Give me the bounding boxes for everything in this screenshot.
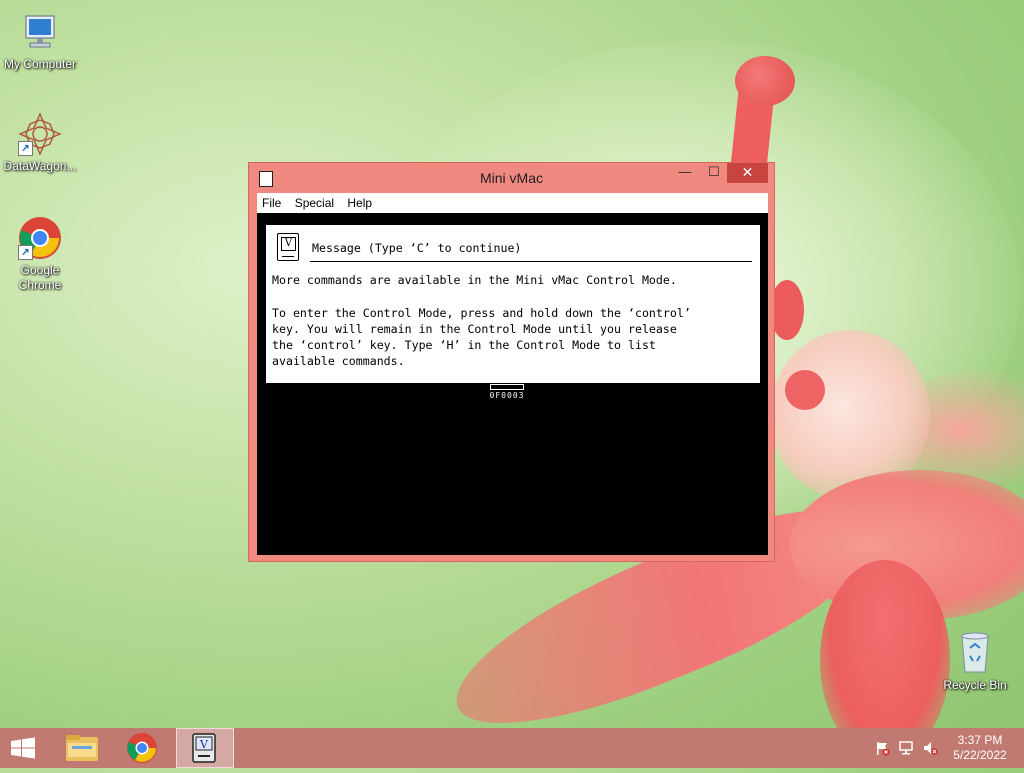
minimize-button[interactable]: —: [671, 163, 699, 183]
computer-icon: [18, 10, 62, 54]
taskbar-chrome[interactable]: [118, 728, 166, 768]
wallpaper-flower-center: [770, 330, 930, 500]
action-center-flag-icon[interactable]: [874, 740, 890, 756]
close-button[interactable]: ✕: [727, 163, 768, 183]
desktop-icon-google-chrome[interactable]: ↗ Google Chrome: [0, 216, 80, 293]
disk-drive-indicator: [490, 384, 524, 390]
emulator-screen[interactable]: V Message (Type ‘C’ to continue) More co…: [257, 213, 768, 555]
menu-special[interactable]: Special: [290, 193, 339, 210]
recycle-bin-icon: [958, 630, 992, 674]
message-box: V Message (Type ‘C’ to continue) More co…: [266, 225, 760, 383]
menu-bar: File Special Help: [257, 193, 768, 213]
taskbar-mini-vmac[interactable]: V: [176, 728, 234, 768]
message-body: To enter the Control Mode, press and hol…: [272, 306, 691, 368]
status-code: 0F0003: [489, 391, 525, 400]
chrome-icon: ↗: [18, 216, 62, 260]
message-divider: [310, 261, 752, 262]
wallpaper-stamen: [785, 370, 825, 410]
message-title: Message (Type ‘C’ to continue): [312, 241, 522, 255]
chrome-icon: [127, 733, 157, 763]
desktop-icon-recycle-bin[interactable]: Recycle Bin: [935, 630, 1015, 692]
clock-date: 5/22/2022: [953, 748, 1007, 762]
desktop-icon-label: Recycle Bin: [943, 678, 1007, 692]
mini-vmac-window: Mini vMac — ☐ ✕ File Special Help V Mess…: [248, 162, 775, 562]
desktop-icon-label: My Computer: [3, 57, 77, 71]
mac-icon: V: [277, 233, 299, 261]
shortcut-arrow-icon: ↗: [18, 245, 33, 260]
desktop-icon-label: DataWagon...: [3, 159, 77, 173]
desktop-icon-my-computer[interactable]: My Computer: [0, 10, 80, 72]
taskbar: V 3:37 PM 5/22/2022: [0, 728, 1024, 768]
start-button[interactable]: [8, 728, 42, 768]
desktop-icon-datawagon[interactable]: ↗ DataWagon...: [0, 112, 80, 174]
taskbar-clock[interactable]: 3:37 PM 5/22/2022: [944, 733, 1016, 763]
wallpaper-stamen: [770, 280, 804, 340]
message-intro: More commands are available in the Mini …: [272, 273, 677, 287]
clock-time: 3:37 PM: [957, 733, 1003, 747]
mini-vmac-icon: V: [192, 733, 216, 763]
datawagon-icon: ↗: [18, 112, 62, 156]
shortcut-arrow-icon: ↗: [18, 141, 33, 156]
file-explorer-icon: [66, 735, 98, 761]
taskbar-file-explorer[interactable]: [58, 728, 106, 768]
window-titlebar[interactable]: Mini vMac — ☐ ✕: [249, 163, 774, 193]
maximize-button[interactable]: ☐: [701, 163, 727, 183]
wallpaper-pistil-head: [735, 56, 795, 106]
start-icon: [11, 737, 35, 759]
menu-help[interactable]: Help: [342, 193, 377, 210]
menu-file[interactable]: File: [257, 193, 286, 210]
volume-muted-icon[interactable]: [922, 740, 938, 756]
network-icon[interactable]: [898, 740, 914, 756]
wallpaper-petal: [890, 370, 1024, 490]
wallpaper-petal: [790, 470, 1024, 620]
svg-text:V: V: [199, 738, 209, 751]
desktop-icon-label: Google Chrome: [18, 263, 62, 292]
